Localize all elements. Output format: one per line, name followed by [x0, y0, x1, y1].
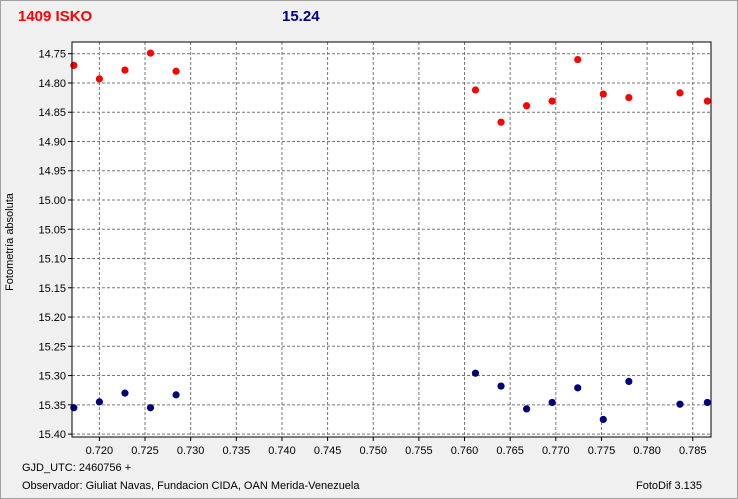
comparison-point	[548, 398, 556, 407]
y-tick-label: 15.30	[38, 371, 66, 383]
x-tick-label: 0.750	[359, 445, 387, 457]
comparison-point	[172, 391, 180, 399]
x-tick-label: 0.780	[633, 445, 661, 457]
x-tick-label: 0.760	[451, 445, 479, 457]
comparison-point	[471, 369, 480, 377]
x-tick-label: 0.740	[268, 445, 296, 457]
x-tick-label: 0.745	[314, 445, 342, 457]
observer-label: Observador: Giuliat Navas, Fundacion CID…	[22, 480, 360, 492]
target-point	[172, 67, 180, 75]
scatter-plot: 0.720 0.725 0.730 0.735 0.740 0.745 0.750 0.755…	[38, 41, 712, 457]
y-tick-label: 15.10	[38, 254, 66, 266]
comparison-point	[599, 415, 607, 424]
y-tick-label: 14.95	[38, 166, 66, 178]
comparison-point	[676, 400, 684, 408]
comparison-point	[574, 384, 582, 392]
y-tick-label: 15.20	[38, 312, 66, 324]
y-axis-label: Fotometría absoluta	[4, 193, 16, 291]
y-axis-ticks: 14.75 14.80 14.85 14.90 14.95 15.00 15.05 15.10…	[38, 49, 72, 441]
y-tick-label: 15.40	[38, 429, 66, 441]
y-tick-label: 14.90	[38, 136, 66, 148]
target-point	[523, 102, 531, 110]
comparison-point	[95, 398, 103, 406]
target-point	[599, 90, 607, 98]
comparison-point	[497, 382, 505, 390]
target-point	[574, 55, 582, 64]
y-tick-label: 15.35	[38, 400, 66, 412]
comparison-point	[523, 405, 531, 413]
target-point	[121, 66, 129, 74]
x-tick-label: 0.765	[496, 445, 524, 457]
x-tick-label: 0.720	[86, 445, 114, 457]
x-axis-ticks: 0.720 0.725 0.730 0.735 0.740 0.745 0.750 0.755…	[86, 437, 707, 457]
target-point	[471, 86, 480, 94]
y-tick-label: 14.75	[38, 49, 66, 61]
target-point	[625, 93, 633, 102]
comparison-point	[703, 398, 711, 407]
y-tick-label: 15.00	[38, 195, 66, 207]
target-point	[703, 97, 711, 105]
x-tick-label: 0.785	[679, 445, 707, 457]
target-point	[676, 89, 684, 97]
version-label: FotoDif 3.135	[636, 480, 703, 492]
target-point	[497, 118, 505, 126]
y-tick-label: 15.25	[38, 341, 66, 353]
x-tick-label: 0.775	[588, 445, 616, 457]
comparison-point	[70, 404, 78, 412]
target-point	[95, 75, 103, 83]
target-point	[548, 97, 556, 105]
target-point	[146, 49, 155, 57]
comparison-point	[121, 389, 129, 397]
target-point	[70, 61, 78, 70]
plot-area	[72, 42, 711, 437]
x-tick-label: 0.755	[405, 445, 433, 457]
x-tick-label: 0.735	[223, 445, 251, 457]
x-tick-label: 0.725	[131, 445, 159, 457]
y-tick-label: 15.15	[38, 283, 66, 295]
comparison-point	[625, 377, 633, 386]
y-axis-label-wrap: Fotometría absoluta	[4, 193, 16, 291]
gjd-label: GJD_UTC: 2460756 +	[22, 462, 132, 474]
comparison-point	[146, 404, 155, 412]
x-tick-label: 0.770	[542, 445, 570, 457]
y-tick-label: 15.05	[38, 224, 66, 236]
y-tick-label: 14.85	[38, 107, 66, 119]
x-tick-label: 0.730	[177, 445, 205, 457]
y-tick-label: 14.80	[38, 78, 66, 90]
